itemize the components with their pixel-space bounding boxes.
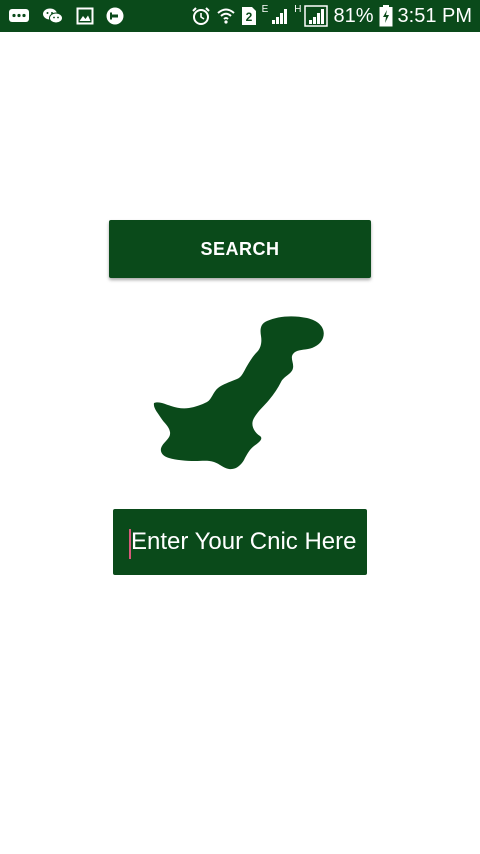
- sim2-icon: 2: [241, 6, 257, 26]
- text-cursor: [129, 529, 131, 559]
- signal-h-icon: [304, 5, 329, 27]
- battery-percent: 81%: [333, 5, 374, 27]
- system-icons: 2 E H 81% 3:51 PM: [191, 4, 472, 28]
- network-h-label: H: [294, 4, 302, 15]
- pakistan-map-icon: [150, 312, 330, 476]
- alarm-icon: [191, 6, 211, 26]
- cnic-field[interactable]: [113, 509, 367, 575]
- clock: 3:51 PM: [397, 5, 472, 27]
- uber-icon: [106, 7, 124, 25]
- messages-icon: [8, 7, 30, 25]
- gallery-icon: [76, 7, 94, 25]
- wifi-icon: [216, 6, 236, 26]
- notification-icons: [8, 4, 124, 28]
- cnic-input[interactable]: [131, 509, 367, 575]
- network-e-label: E: [261, 4, 269, 15]
- battery-charging-icon: [379, 5, 393, 27]
- status-bar: 2 E H 81% 3:51 PM: [0, 0, 480, 32]
- signal-e-icon: [271, 7, 289, 25]
- wechat-icon: [42, 7, 64, 25]
- svg-text:2: 2: [245, 10, 252, 24]
- search-button[interactable]: SEARCH: [109, 220, 371, 278]
